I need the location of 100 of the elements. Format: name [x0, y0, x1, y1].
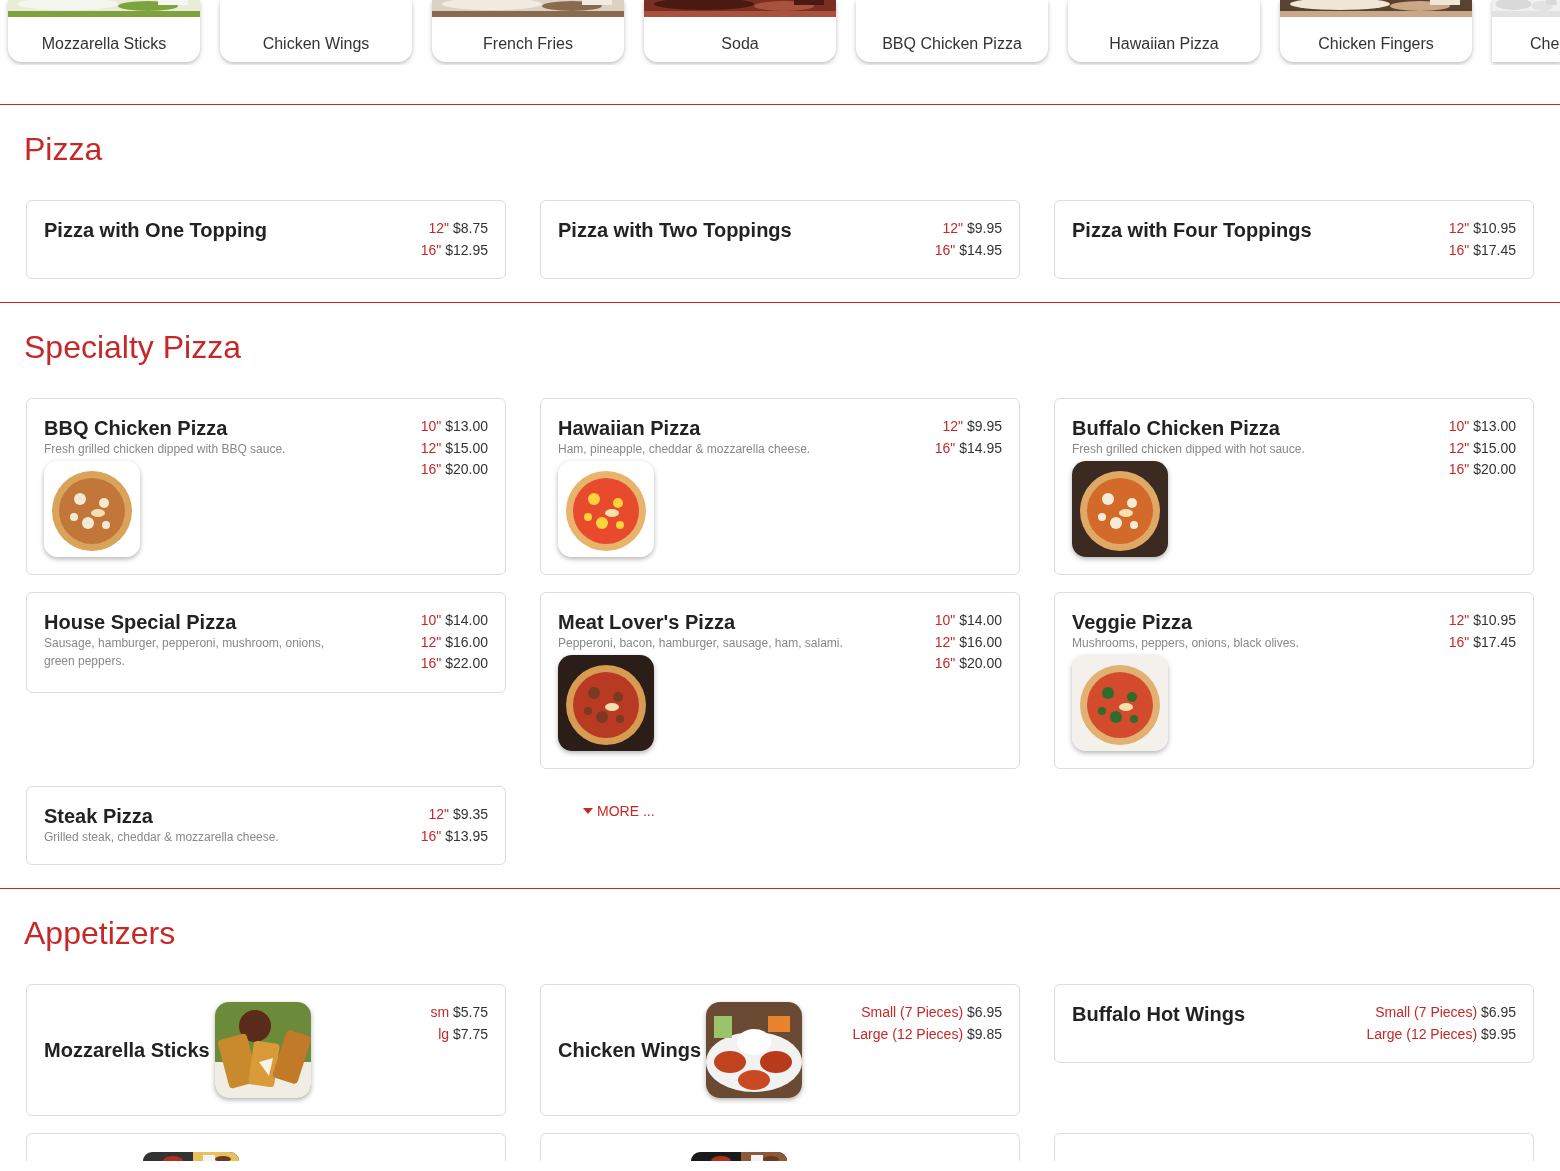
price: $5.75 — [452, 1004, 488, 1020]
item-name: Hawaiian Pizza — [558, 416, 702, 440]
menu-item-card[interactable]: Pizza with Two Toppings 12" $9.95 16" $14.95 — [540, 200, 1020, 279]
menu-item-card[interactable]: Pizza with One Topping 12" $8.75 16" $12.95 — [26, 200, 506, 279]
item-description: Fresh grilled chicken dipped with hot sauce. — [1072, 441, 1306, 458]
price: $9.35 — [452, 806, 488, 822]
item-name: Buffalo Hot Wings — [1072, 1002, 1246, 1026]
price: $8.75 — [452, 220, 488, 236]
size-label: Small (7 Pieces) — [1375, 1004, 1478, 1020]
size-label: 10" — [420, 612, 442, 628]
item-name: Veggie Pizza — [1072, 610, 1194, 634]
item-description: Mushrooms, peppers, onions, black olives. — [1072, 635, 1300, 652]
menu-item-card[interactable]: Buffalo Hot Wings Small (7 Pieces) $6.95 Large (12 Pieces) $9.95 — [1054, 984, 1534, 1063]
caret-icon — [583, 808, 593, 814]
price: $7.75 — [452, 1025, 488, 1042]
menu-item-card[interactable]: Mozzarella Sticks sm $5.75 lg $7.75 — [26, 984, 506, 1116]
menu-item-card[interactable]: Buffalo Chicken Pizza Fresh grilled chicken dipped with hot sauce. 10" $13.00 12" $15.00 16" $20.00 — [1054, 398, 1534, 575]
size-label: 10" — [1448, 418, 1470, 434]
item-description: Fresh grilled chicken dipped with BBQ sauce. — [44, 441, 287, 458]
price: $22.00 — [445, 655, 488, 671]
size-label: 12" — [420, 439, 442, 456]
size-label: 16" — [420, 655, 442, 671]
size-label: 16" — [420, 461, 442, 477]
section-title: Pizza — [24, 130, 104, 169]
item-description: Pepperoni, bacon, hamburger, sausage, ham, salami. — [558, 635, 844, 652]
category-card[interactable]: Soda — [644, 0, 836, 62]
size-label: 12" — [1448, 220, 1470, 236]
size-label: 12" — [942, 418, 964, 434]
price: $6.95 — [966, 1004, 1002, 1020]
item-description: Ham, pineapple, cheddar & mozzarella cheese. — [558, 441, 812, 458]
price: $16.00 — [445, 633, 488, 650]
price: $17.45 — [1473, 241, 1516, 258]
size-label: 12" — [428, 220, 450, 236]
price: $10.95 — [1473, 220, 1516, 236]
price: $13.00 — [1473, 418, 1516, 434]
category-card[interactable]: French Fries — [432, 0, 624, 62]
menu-item-card[interactable]: Chicken Wings Small (7 Pieces) $6.95 Large (12 Pieces) $9.85 — [540, 984, 1020, 1116]
size-label: Small (7 Pieces) — [861, 1004, 964, 1020]
size-label: 10" — [934, 612, 956, 628]
item-name: Pizza with One Topping — [44, 218, 268, 242]
price: $14.95 — [959, 439, 1002, 456]
price: $15.00 — [1473, 439, 1516, 456]
item-description: Grilled steak, cheddar & mozzarella cheese. — [44, 829, 280, 846]
price: $20.00 — [1473, 461, 1516, 477]
size-label: 12" — [1448, 439, 1470, 456]
price: $16.00 — [959, 633, 1002, 650]
size-label: 16" — [1448, 241, 1470, 258]
price: $9.85 — [966, 1025, 1002, 1042]
size-label: 16" — [1448, 461, 1470, 477]
price: $9.95 — [1480, 1025, 1516, 1042]
price: $9.95 — [966, 418, 1002, 434]
size-label: sm — [430, 1004, 450, 1020]
size-label: 12" — [934, 633, 956, 650]
size-label: 12" — [428, 806, 450, 822]
item-name: Chicken Wings — [558, 1038, 702, 1062]
price: $15.00 — [445, 439, 488, 456]
price: $14.00 — [959, 612, 1002, 628]
menu-item-card[interactable]: Hawaiian Pizza Ham, pineapple, cheddar & mozzarella cheese. 12" $9.95 16" $14.95 — [540, 398, 1020, 575]
category-card[interactable]: Mozzarella Sticks — [8, 0, 200, 62]
item-name: Steak Pizza — [44, 804, 154, 828]
price: $20.00 — [445, 461, 488, 477]
item-description: Sausage, hamburger, pepperoni, mushroom, onions, green peppers. — [44, 635, 326, 670]
price: $10.95 — [1473, 612, 1516, 628]
size-label: 16" — [934, 655, 956, 671]
size-label: 12" — [942, 220, 964, 236]
item-name: Pizza with Two Toppings — [558, 218, 793, 242]
item-name: Meat Lover's Pizza — [558, 610, 737, 634]
menu-item-card[interactable]: Veggie Pizza Mushrooms, peppers, onions, black olives. 12" $10.95 16" $17.45 — [1054, 592, 1534, 769]
price: $12.95 — [445, 241, 488, 258]
menu-item-card[interactable]: Pizza with Four Toppings 12" $10.95 16" $17.45 — [1054, 200, 1534, 279]
category-card[interactable]: BBQ Chicken Pizza — [856, 0, 1048, 62]
section-title: Appetizers — [24, 914, 177, 953]
section-title: Specialty Pizza — [24, 328, 242, 367]
category-card[interactable]: Chicken Fingers — [1280, 0, 1472, 62]
menu-item-card[interactable]: Steak Pizza Grilled steak, cheddar & mozzarella cheese. 12" $9.35 16" $13.95 — [26, 786, 506, 865]
category-card[interactable]: Chicken Wings — [220, 0, 412, 62]
size-label: 16" — [420, 827, 442, 844]
size-label: lg — [438, 1025, 450, 1042]
item-name: House Special Pizza — [44, 610, 238, 634]
size-label: Large (12 Pieces) — [1366, 1025, 1478, 1042]
price: $14.00 — [445, 612, 488, 628]
category-card[interactable]: Hawaiian Pizza — [1068, 0, 1260, 62]
item-name: BBQ Chicken Pizza — [44, 416, 229, 440]
size-label: 12" — [1448, 612, 1470, 628]
size-label: 12" — [420, 633, 442, 650]
menu-item-card[interactable]: BBQ Chicken Pizza Fresh grilled chicken dipped with BBQ sauce. 10" $13.00 12" $15.00 16" $20.00 — [26, 398, 506, 575]
price: $14.95 — [959, 241, 1002, 258]
size-label: Large (12 Pieces) — [852, 1025, 964, 1042]
price: $17.45 — [1473, 633, 1516, 650]
size-label: 16" — [420, 241, 442, 258]
price: $9.95 — [966, 220, 1002, 236]
category-card[interactable]: Che — [1492, 0, 1560, 62]
menu-item-card[interactable]: Meat Lover's Pizza Pepperoni, bacon, hamburger, sausage, ham, salami. 10" $14.00 12" $16.00 16" $20.00 — [540, 592, 1020, 769]
size-label: 16" — [934, 241, 956, 258]
price: $13.95 — [445, 827, 488, 844]
item-name: Mozzarella Sticks — [44, 1038, 210, 1062]
item-name: Buffalo Chicken Pizza — [1072, 416, 1281, 440]
menu-item-card[interactable]: House Special Pizza Sausage, hamburger, pepperoni, mushroom, onions, green peppers. 10" $14.00 12" $16.00 16" $22.00 — [26, 592, 506, 693]
size-label: 16" — [1448, 633, 1470, 650]
more-link[interactable]: MORE ... — [540, 786, 655, 819]
